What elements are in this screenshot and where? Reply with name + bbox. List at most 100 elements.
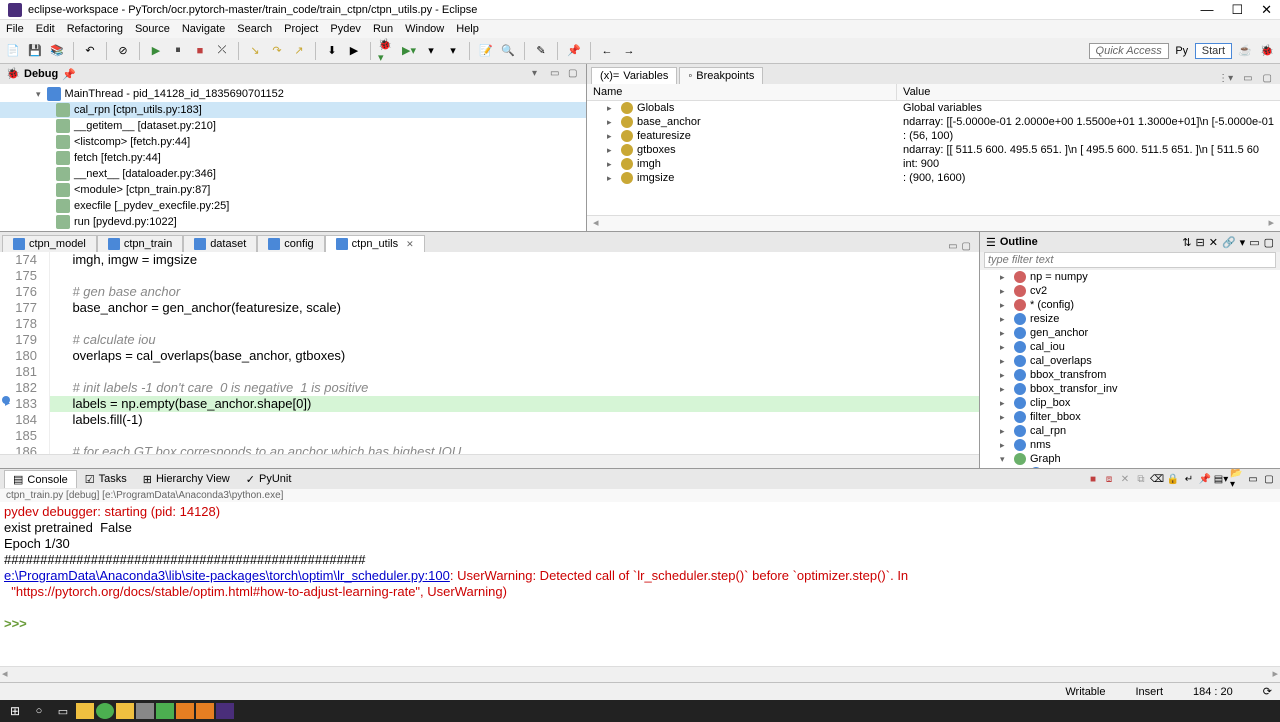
outline-item[interactable]: ▸resize (980, 312, 1280, 326)
line-number[interactable]: 182 (0, 380, 37, 396)
expand-icon[interactable]: ▾ (36, 89, 41, 100)
new-button[interactable]: 📄 (4, 42, 22, 60)
line-number[interactable]: 183 (0, 396, 37, 412)
outline-item[interactable]: ▸clip_box (980, 396, 1280, 410)
minimize-icon[interactable]: ▭ (550, 68, 562, 80)
expand-icon[interactable]: ▸ (1000, 286, 1010, 297)
outline-hide-icon[interactable]: ✕ (1209, 236, 1218, 249)
undo-button[interactable]: ↶ (81, 42, 99, 60)
line-number[interactable]: 179 (0, 332, 37, 348)
console-remove-icon[interactable]: ✕ (1118, 472, 1132, 486)
tab-breakpoints[interactable]: ◦ Breakpoints (679, 67, 763, 84)
perspective-debug-icon[interactable]: 🐞 (1258, 42, 1276, 60)
forward-button[interactable]: → (620, 42, 638, 60)
line-number[interactable]: 176 (0, 284, 37, 300)
menu-help[interactable]: Help (456, 23, 479, 35)
tab-tasks[interactable]: ☑ Tasks (77, 471, 135, 488)
code-line[interactable]: # calculate iou (50, 332, 979, 348)
expand-icon[interactable]: ▸ (1000, 272, 1010, 283)
outline-item[interactable]: ▸filter_bbox (980, 410, 1280, 424)
variable-row[interactable]: ▸featuresize: (56, 100) (587, 129, 1280, 143)
expand-icon[interactable]: ▸ (607, 117, 617, 128)
line-number[interactable]: 178 (0, 316, 37, 332)
outline-item[interactable]: ▸cal_overlaps (980, 354, 1280, 368)
editor-hscrollbar[interactable] (0, 454, 979, 468)
save-all-button[interactable]: 📚 (48, 42, 66, 60)
code-line[interactable] (50, 428, 979, 444)
outline-item[interactable]: ▸cv2 (980, 284, 1280, 298)
editor-tab-ctpn_model[interactable]: ctpn_model (2, 235, 97, 252)
close-button[interactable]: ✕ (1261, 2, 1272, 18)
task-view-icon[interactable]: ▭ (52, 701, 74, 721)
line-number[interactable]: 186 (0, 444, 37, 454)
step-into-button[interactable]: ↘ (246, 42, 264, 60)
console-prompt[interactable]: >>> (4, 616, 30, 631)
debug-frame-row[interactable]: cal_rpn [ctpn_utils.py:183] (0, 102, 586, 118)
debug-frame-row[interactable]: run [pydevd.py:1022] (0, 214, 586, 230)
console-hscrollbar[interactable]: ◂▸ (0, 666, 1280, 680)
outline-collapse-icon[interactable]: ⊟ (1196, 236, 1205, 249)
line-number[interactable]: 181 (0, 364, 37, 380)
expand-icon[interactable]: ▸ (1000, 300, 1010, 311)
terminate-button[interactable]: ■ (191, 42, 209, 60)
variables-minimize-icon[interactable]: ▭ (1239, 73, 1256, 84)
expand-icon[interactable]: ▸ (1000, 412, 1010, 423)
console-clear-icon[interactable]: ⌫ (1150, 472, 1164, 486)
menu-navigate[interactable]: Navigate (182, 23, 225, 35)
set-next-button[interactable]: ▶ (345, 42, 363, 60)
task-chrome-icon[interactable] (96, 703, 114, 719)
skip-breakpoints-button[interactable]: ⊘ (114, 42, 132, 60)
step-return-button[interactable]: ↗ (290, 42, 308, 60)
outline-item[interactable]: ▸gen_anchor (980, 326, 1280, 340)
console-remove-all-icon[interactable]: ⧉ (1134, 472, 1148, 486)
code-body[interactable]: imgh, imgw = imgsize # gen base anchor b… (50, 252, 979, 454)
tab-console[interactable]: ▤ Console (4, 470, 77, 488)
tab-hierarchy[interactable]: ⊞ Hierarchy View (135, 471, 238, 488)
code-line[interactable]: # init labels -1 don't care 0 is negativ… (50, 380, 979, 396)
drop-to-frame-button[interactable]: ⬇ (323, 42, 341, 60)
maximize-icon[interactable]: ▢ (568, 68, 580, 80)
variables-hscrollbar[interactable]: ◂▸ (587, 215, 1280, 231)
code-editor[interactable]: 174175176177178179180181182183184185186 … (0, 252, 979, 454)
outline-item[interactable]: ▸np = numpy (980, 270, 1280, 284)
expand-icon[interactable]: ▾ (1000, 454, 1010, 465)
menu-search[interactable]: Search (237, 23, 272, 35)
console-terminate-icon[interactable]: ■ (1086, 472, 1100, 486)
expand-icon[interactable]: ▸ (1000, 384, 1010, 395)
code-line[interactable]: # gen base anchor (50, 284, 979, 300)
outline-item[interactable]: ▸nms (980, 438, 1280, 452)
outline-item[interactable]: ▸* (config) (980, 298, 1280, 312)
debug-frame-row[interactable]: <module> [ctpn_train.py:87] (0, 182, 586, 198)
perspective-java-icon[interactable]: ☕ (1236, 42, 1254, 60)
expand-icon[interactable]: ▸ (607, 173, 617, 184)
expand-icon[interactable]: ▸ (1000, 328, 1010, 339)
run-dropdown[interactable]: ▶▾ (400, 42, 418, 60)
task-app3-icon[interactable] (156, 703, 174, 719)
debug-frame-row[interactable]: __getitem__ [dataset.py:210] (0, 118, 586, 134)
console-open-icon[interactable]: 📂▾ (1230, 472, 1244, 486)
console-link[interactable]: e:\ProgramData\Anaconda3\lib\site-packag… (4, 568, 450, 583)
variables-view-menu-icon[interactable]: ⋮▾ (1214, 73, 1237, 84)
editor-tab-ctpn_train[interactable]: ctpn_train (97, 235, 183, 252)
expand-icon[interactable]: ▸ (1000, 342, 1010, 353)
code-line[interactable] (50, 364, 979, 380)
debug-view-pin-icon[interactable]: 📌 (62, 68, 76, 81)
debug-dropdown[interactable]: 🐞▾ (378, 42, 396, 60)
line-number[interactable]: 184 (0, 412, 37, 428)
outline-filter-input[interactable] (984, 252, 1276, 268)
expand-icon[interactable]: ▸ (607, 145, 617, 156)
save-button[interactable]: 💾 (26, 42, 44, 60)
suspend-button[interactable]: ⏸ (169, 42, 187, 60)
console-display-icon[interactable]: ▤▾ (1214, 472, 1228, 486)
expand-icon[interactable]: ▸ (1000, 356, 1010, 367)
task-eclipse-icon[interactable] (216, 703, 234, 719)
outline-item[interactable]: ▾Graph (980, 452, 1280, 466)
menu-edit[interactable]: Edit (36, 23, 55, 35)
expand-icon[interactable]: ▸ (607, 159, 617, 170)
variables-maximize-icon[interactable]: ▢ (1259, 73, 1276, 84)
menu-source[interactable]: Source (135, 23, 170, 35)
outline-sort-icon[interactable]: ⇅ (1182, 236, 1191, 249)
outline-min-icon[interactable]: ▭ (1249, 236, 1259, 249)
editor-tab-config[interactable]: config (257, 235, 324, 252)
console-max-icon[interactable]: ▢ (1262, 472, 1276, 486)
